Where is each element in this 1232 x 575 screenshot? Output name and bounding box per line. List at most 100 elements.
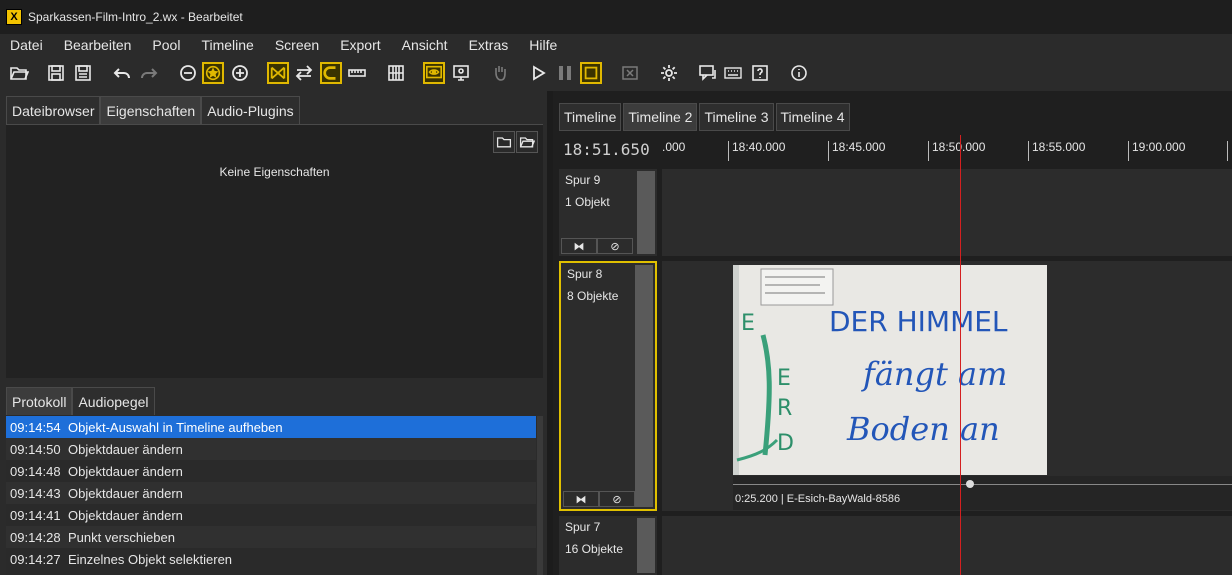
settings-icon[interactable] bbox=[658, 62, 680, 84]
tab-protokoll[interactable]: Protokoll bbox=[6, 387, 73, 415]
pause-icon[interactable] bbox=[554, 62, 576, 84]
log-text: Objektdauer ändern bbox=[68, 463, 183, 479]
list-item[interactable]: 09:14:54 Objekt-Auswahl in Timeline aufhe… bbox=[6, 416, 536, 438]
ruler-icon[interactable] bbox=[346, 62, 368, 84]
crossfade-icon[interactable]: ⧓ bbox=[563, 491, 599, 507]
stop-icon[interactable] bbox=[580, 62, 602, 84]
clip-image-text: fängt am bbox=[861, 355, 1007, 393]
ruler-label: 18:50.000 bbox=[932, 140, 986, 154]
track-buttons: ⧓ ⊘ bbox=[561, 238, 633, 254]
track-name: Spur 7 bbox=[565, 520, 601, 534]
menu-extras[interactable]: Extras bbox=[459, 37, 520, 53]
ruler-tick bbox=[728, 141, 729, 161]
hand-icon[interactable] bbox=[489, 62, 511, 84]
ruler-tick bbox=[928, 141, 929, 161]
track-name: Spur 9 bbox=[565, 173, 601, 187]
ruler-label: 18:40.000 bbox=[732, 140, 786, 154]
tab-eigenschaften[interactable]: Eigenschaften bbox=[100, 96, 202, 124]
track-object-count: 1 Objekt bbox=[565, 195, 610, 209]
clip-image-text: Boden an bbox=[846, 410, 1000, 448]
timecode-display: 18:51.650 bbox=[563, 139, 650, 159]
clip-envelope-point[interactable] bbox=[966, 480, 974, 488]
mute-icon[interactable]: ⊘ bbox=[599, 491, 635, 507]
properties-panel: Keine Eigenschaften bbox=[6, 124, 543, 378]
ruler-label: 18:45.000 bbox=[832, 140, 886, 154]
tab-timeline-4[interactable]: Timeline 4 bbox=[775, 103, 850, 131]
track-resize-handle[interactable] bbox=[637, 171, 655, 254]
tab-audio-plugins[interactable]: Audio-Plugins bbox=[201, 96, 300, 124]
track-name: Spur 8 bbox=[567, 267, 603, 281]
crossfade-icon[interactable]: ⧓ bbox=[561, 238, 597, 254]
clip-label: 0:25.200 | E-Esich-BayWald-8586 bbox=[735, 493, 901, 505]
log-time: 09:14:28 bbox=[10, 529, 61, 545]
menu-screen[interactable]: Screen bbox=[265, 37, 330, 53]
comment-icon[interactable] bbox=[697, 62, 719, 84]
menu-export[interactable]: Export bbox=[330, 37, 391, 53]
menu-timeline[interactable]: Timeline bbox=[191, 37, 264, 53]
open-folder-icon[interactable] bbox=[8, 62, 30, 84]
track-lane-spur-7[interactable] bbox=[662, 516, 1232, 575]
preview-eye-icon[interactable] bbox=[423, 62, 445, 84]
track-resize-handle[interactable] bbox=[637, 518, 655, 573]
menu-hilfe[interactable]: Hilfe bbox=[519, 37, 568, 53]
redo-icon[interactable] bbox=[138, 62, 160, 84]
clip-thumbnail[interactable]: E E R D DER HIMMEL fängt am Boden an bbox=[733, 265, 1047, 475]
track-resize-handle[interactable] bbox=[635, 265, 653, 507]
crossfade-icon[interactable] bbox=[267, 62, 289, 84]
menu-ansicht[interactable]: Ansicht bbox=[392, 37, 459, 53]
undo-icon[interactable] bbox=[111, 62, 133, 84]
open-folder-icon[interactable] bbox=[516, 131, 538, 153]
keyboard-icon[interactable] bbox=[722, 62, 744, 84]
playhead[interactable] bbox=[960, 135, 961, 575]
track-object-count: 16 Objekte bbox=[565, 542, 624, 556]
zoom-in-icon[interactable] bbox=[229, 62, 251, 84]
menu-datei[interactable]: Datei bbox=[0, 37, 54, 53]
info-icon[interactable] bbox=[788, 62, 810, 84]
log-text: Objekt-Auswahl in Timeline aufheben bbox=[68, 419, 283, 435]
tab-timeline-3[interactable]: Timeline 3 bbox=[699, 103, 774, 131]
log-time: 09:14:43 bbox=[10, 485, 61, 501]
folder-icon[interactable] bbox=[493, 131, 515, 153]
clip-side-letter: E bbox=[777, 366, 791, 391]
clip-thumbnail-image: E E R D DER HIMMEL fängt am Boden an bbox=[733, 265, 1047, 475]
clip-envelope-line[interactable] bbox=[733, 484, 1232, 485]
list-item[interactable]: 09:14:28 Punkt verschieben bbox=[6, 526, 536, 548]
list-item[interactable]: 09:14:41 Objektdauer ändern bbox=[6, 504, 536, 526]
monitor-icon[interactable] bbox=[450, 62, 472, 84]
zoom-out-icon[interactable] bbox=[177, 62, 199, 84]
menu-bearbeiten[interactable]: Bearbeiten bbox=[54, 37, 143, 53]
grid-icon[interactable] bbox=[385, 62, 407, 84]
menu-bar: Datei Bearbeiten Pool Timeline Screen Ex… bbox=[0, 34, 1232, 56]
close-box-icon[interactable] bbox=[619, 62, 641, 84]
ruler-tick bbox=[1227, 141, 1228, 161]
time-ruler[interactable]: .000 18:40.000 18:45.000 18:50.000 18:55… bbox=[662, 135, 1232, 163]
track-header-spur-9[interactable]: Spur 9 1 Objekt ⧓ ⊘ bbox=[559, 169, 657, 256]
log-time: 09:14:48 bbox=[10, 463, 61, 479]
menu-pool[interactable]: Pool bbox=[142, 37, 191, 53]
track-lane-spur-9[interactable] bbox=[662, 169, 1232, 256]
list-item[interactable]: 09:14:48 Objektdauer ändern bbox=[6, 460, 536, 482]
tab-timeline-1[interactable]: Timeline bbox=[559, 103, 622, 131]
track-header-spur-7[interactable]: Spur 7 16 Objekte bbox=[559, 516, 657, 575]
tab-timeline-2[interactable]: Timeline 2 bbox=[623, 103, 698, 131]
zoom-fit-icon[interactable] bbox=[202, 62, 224, 84]
list-item[interactable]: 09:14:50 Objektdauer ändern bbox=[6, 438, 536, 460]
log-time: 09:14:27 bbox=[10, 551, 61, 567]
clip-side-letter: E bbox=[741, 311, 755, 336]
log-scrollbar[interactable] bbox=[537, 416, 543, 575]
mute-icon[interactable]: ⊘ bbox=[597, 238, 633, 254]
ruler-label: 18:55.000 bbox=[1032, 140, 1086, 154]
track-header-spur-8[interactable]: Spur 8 8 Objekte ⧓ ⊘ bbox=[559, 261, 657, 511]
tab-audiopegel[interactable]: Audiopegel bbox=[72, 387, 155, 415]
play-icon[interactable] bbox=[527, 62, 549, 84]
list-item[interactable]: 09:14:27 Einzelnes Objekt selektieren bbox=[6, 548, 536, 570]
save-all-icon[interactable] bbox=[72, 62, 94, 84]
swap-icon[interactable] bbox=[293, 62, 315, 84]
help-icon[interactable] bbox=[749, 62, 771, 84]
log-text: Objektdauer ändern bbox=[68, 485, 183, 501]
track-buttons: ⧓ ⊘ bbox=[563, 491, 635, 507]
tab-dateibrowser[interactable]: Dateibrowser bbox=[6, 96, 101, 124]
magnet-icon[interactable] bbox=[320, 62, 342, 84]
save-icon[interactable] bbox=[45, 62, 67, 84]
list-item[interactable]: 09:14:43 Objektdauer ändern bbox=[6, 482, 536, 504]
